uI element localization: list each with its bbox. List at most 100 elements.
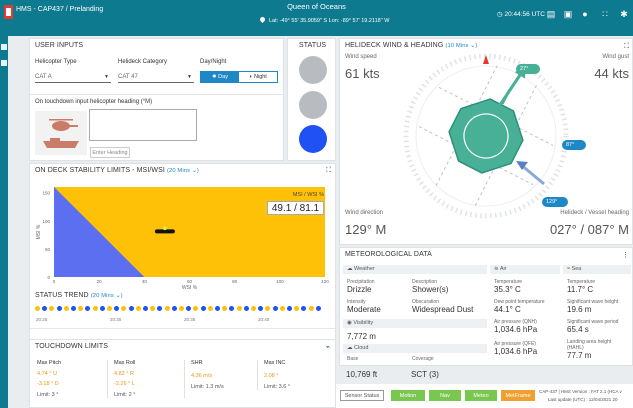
touch-card-limit: Limit: 3.6 ° (264, 384, 291, 390)
wind-dir-badge-text: 129° (546, 199, 558, 205)
footer-bar: Sensor Status Motion Nav Meteo MetFrame … (336, 384, 633, 408)
status-panel: STATUS (287, 38, 336, 161)
trend-dot (222, 306, 228, 311)
obscuration-value: Widespread Dust (412, 305, 474, 314)
nav-sensor-pill[interactable]: Nav (429, 390, 461, 401)
meteo-sensor-pill[interactable]: Meteo (465, 390, 497, 401)
trend-dot (171, 306, 177, 311)
sensor-status-button[interactable]: Sensor Status (340, 390, 384, 401)
trend-dot (279, 306, 285, 311)
trend-time-2: 20:30 (110, 317, 122, 322)
y-tick-label: 0 (47, 275, 50, 280)
user-inputs-panel: USER INPUTS Helicopter Type CAT A ▼ Helid… (29, 38, 284, 161)
touch-card-value-2: -3.18 ° D (37, 381, 59, 387)
trend-dot (207, 306, 213, 311)
touch-card-title: Max Roll (114, 360, 136, 366)
wave-period-value: 65.4 s (567, 325, 589, 334)
last-update-text: Last update (UTC) : 12/04/2021 20 (548, 397, 618, 402)
msi-wsi-readout-label: MSI / WSI % (292, 192, 324, 198)
helideck-category-select[interactable]: CAT 47 ▼ (118, 71, 194, 83)
cloud-sun-icon: ☁ (347, 266, 355, 272)
print-icon[interactable]: ▤ (546, 9, 556, 19)
day-option[interactable]: ✹ Day (201, 72, 239, 82)
day-night-toggle[interactable]: ✹ Day ◗ Night (200, 71, 278, 83)
base-value: 10,769 ft (346, 370, 378, 379)
trend-dot (272, 306, 278, 311)
touchdown-title: TOUCHDOWN LIMITS (35, 343, 109, 350)
visibility-value: 7,772 m (347, 332, 376, 341)
landing-height-label: Landing area height (HAHL) (567, 339, 612, 351)
landing-height-value: 77.7 m (567, 351, 592, 360)
metframe-sensor-pill[interactable]: MetFrame (501, 390, 535, 401)
sea-temp-value: 11.7° C (567, 285, 594, 294)
helicopter-type-select[interactable]: CAT A ▼ (35, 71, 111, 83)
x-tick-label: 40 (142, 279, 148, 284)
x-tick-label: 0 (53, 279, 56, 284)
trend-dot (243, 306, 249, 311)
trend-dot (128, 306, 134, 311)
clock-text: 20:44:56 UTC (504, 11, 545, 18)
weather-header-label: Weather (354, 266, 375, 272)
trend-dot (157, 306, 163, 311)
touch-card-title: Max INC (264, 360, 286, 366)
trend-dot (107, 306, 112, 311)
wind-compass (403, 53, 586, 219)
trend-dot (114, 306, 120, 311)
trend-dot (85, 306, 91, 311)
trend-dot (42, 306, 48, 311)
trend-dot (150, 306, 156, 311)
helideck-category-value: CAT 47 (118, 74, 138, 80)
coords-text: Lat: -49° 55' 35.9059" S Lon: -89° 57' 1… (269, 18, 390, 24)
stability-window-select[interactable]: (20 Mins ⌄) (167, 168, 199, 174)
sea-header: ≈ Sea (563, 265, 631, 274)
heading-badge-text: 27° (520, 66, 529, 72)
trend-dot (135, 306, 141, 311)
night-option[interactable]: ◗ Night (239, 72, 277, 82)
trend-dot (251, 306, 256, 311)
enter-heading-button[interactable]: Enter Heading (90, 147, 130, 158)
report-nav-icon[interactable] (1, 60, 7, 66)
x-tick-label: 80 (232, 279, 238, 284)
wind-heading-panel: HELIDECK WIND & HEADING (10 Mins ⌄) Wind… (339, 38, 633, 245)
air-header: ≋ Air (490, 265, 560, 274)
qfe-value: 1,034.6 hPa (494, 347, 538, 356)
cloud-header: ☁ Cloud (343, 344, 487, 353)
user-icon[interactable]: ● (580, 9, 590, 19)
document-icon[interactable]: ▣ (563, 9, 573, 19)
heading-textarea[interactable] (89, 109, 197, 141)
trend-dot (164, 306, 170, 311)
trend-dot (294, 306, 300, 311)
trend-dot (179, 306, 184, 311)
stability-title: ON DECK STABILITY LIMITS - MSI/WSI (20 M… (35, 167, 199, 174)
current-point-dot (163, 226, 167, 231)
intensity-value: Moderate (347, 305, 381, 314)
trend-dot (315, 306, 321, 311)
helicopter-nav-icon[interactable] (1, 44, 7, 50)
position-readout: Lat: -49° 55' 35.9059" S Lon: -89° 57' 1… (258, 15, 390, 24)
trend-dot (215, 306, 220, 311)
trend-window-select[interactable]: (20 Mins ⌄) (91, 293, 123, 299)
trend-dot (121, 306, 127, 311)
version-text: CAP-437 | HMS Version : FAT 2.1 (HCA v (539, 389, 622, 394)
met-panel: METEOROLOGICAL DATA ⋮ ☁ Weather ≋ Air ≈ … (339, 247, 633, 366)
heading-input-label: On touchdown input helicopter heading (°… (35, 99, 153, 105)
trend-dot (301, 306, 307, 311)
expand-icon[interactable]: ⋮ (622, 251, 629, 259)
top-bar: HMS - CAP437 / Prelanding Queen of Ocean… (0, 0, 633, 36)
status-light-3 (299, 125, 327, 153)
base-label: Base (347, 356, 359, 362)
x-tick-label: 100 (276, 279, 284, 284)
apps-grid-icon[interactable]: ∷ (600, 9, 610, 19)
trend-dot (143, 306, 148, 311)
cloud-icon: ☁ (347, 345, 355, 351)
motion-sensor-pill[interactable]: Motion (391, 390, 425, 401)
cloud-header-label: Cloud (354, 345, 369, 351)
expand-icon[interactable]: ⛶ (326, 167, 331, 175)
day-night-label: Day/Night (200, 59, 227, 65)
status-trend-dots (35, 306, 325, 311)
settings-gear-icon[interactable]: ✱ (619, 9, 629, 19)
trend-dot (49, 306, 55, 311)
touch-card-limit: Limit: 1.3 m/s (191, 384, 224, 390)
chart-icon[interactable]: ⌁ (326, 343, 330, 351)
touch-card-title: SHR (191, 360, 203, 366)
